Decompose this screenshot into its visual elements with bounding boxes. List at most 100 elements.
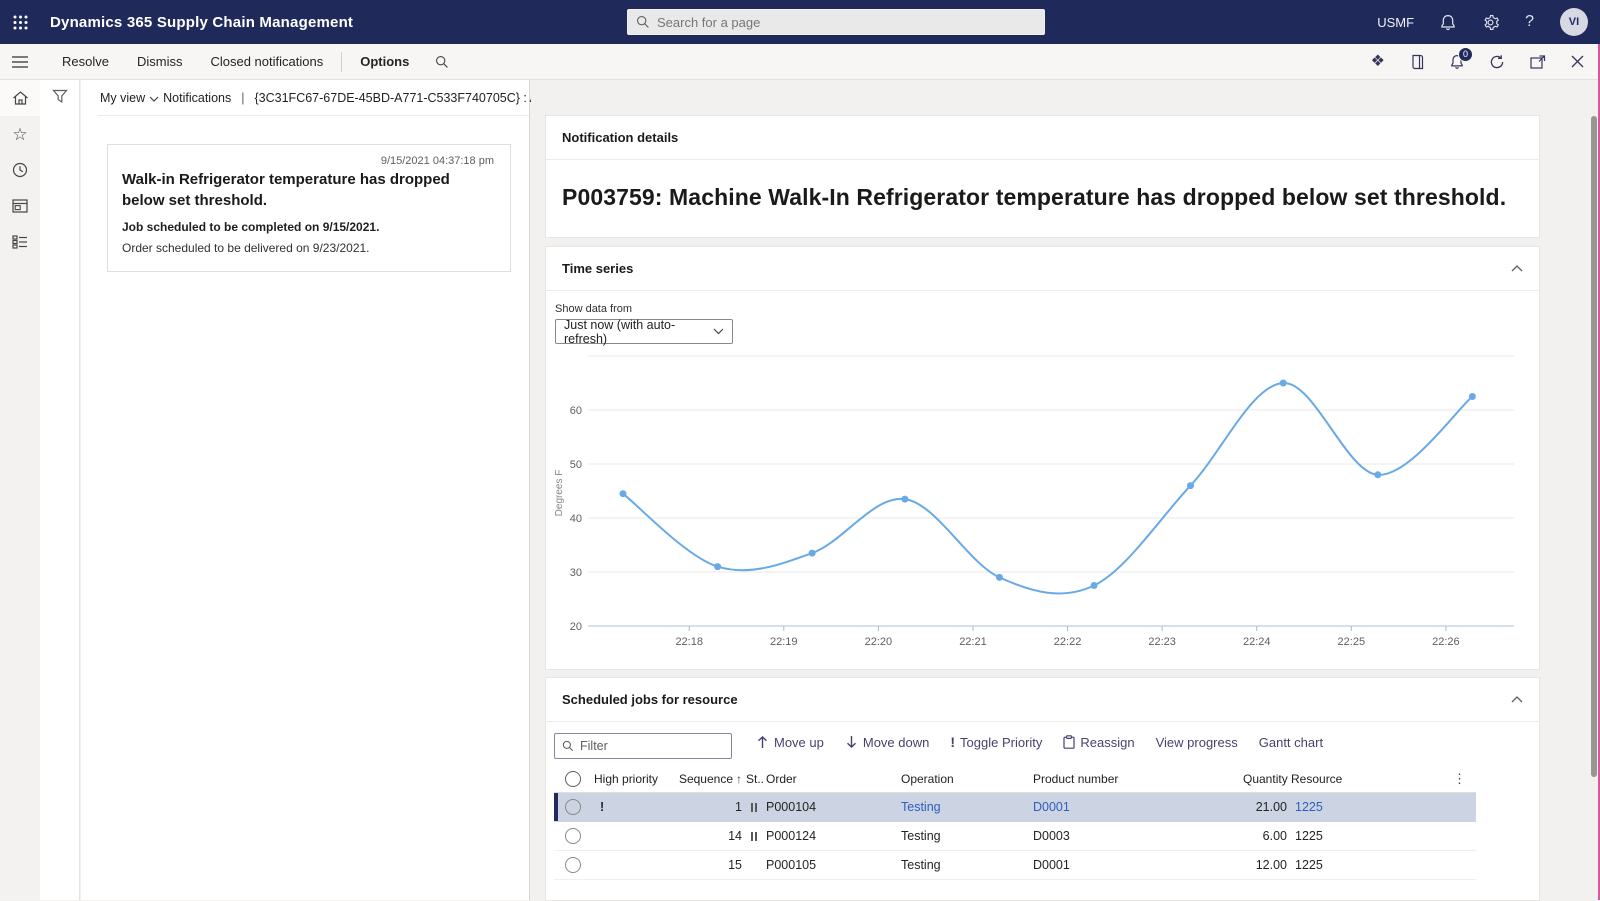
column-header-resource[interactable]: Resource	[1289, 772, 1344, 786]
closed-notifications-button[interactable]: Closed notifications	[196, 44, 337, 80]
toggle-priority-button[interactable]: !Toggle Priority	[950, 734, 1042, 750]
svg-text:22:20: 22:20	[865, 636, 893, 648]
cell-resource: 1225	[1289, 858, 1344, 872]
toolbar-button-label: Move down	[863, 735, 929, 750]
message-center-icon[interactable]: 0	[1450, 54, 1464, 70]
breadcrumb-record-id: {3C31FC67-67DE-45BD-A771-C533F740705C} :…	[255, 91, 575, 105]
sidebar-item-recent[interactable]	[0, 152, 40, 188]
paused-status-icon	[751, 803, 757, 812]
global-search-input[interactable]	[657, 15, 1036, 30]
jobs-grid: High prioritySequence↑St...OrderOperatio…	[554, 766, 1476, 880]
arrow-down-icon	[845, 735, 858, 749]
column-header-operation[interactable]: Operation	[899, 772, 1031, 786]
sidebar-item-favorites[interactable]: ☆	[0, 116, 40, 152]
column-header-high-priority[interactable]: High priority	[592, 772, 664, 786]
collapse-chevron-icon[interactable]	[1511, 265, 1523, 272]
svg-text:20: 20	[570, 621, 582, 633]
cell-order: P000104	[764, 800, 899, 814]
notification-timestamp: 9/15/2021 04:37:18 pm	[122, 155, 494, 167]
notification-title: Walk-in Refrigerator temperature has dro…	[122, 170, 494, 211]
select-all-checkbox[interactable]	[565, 771, 581, 787]
view-progress-button[interactable]: View progress	[1156, 735, 1238, 750]
breadcrumb-section[interactable]: Notifications	[163, 91, 231, 105]
avatar[interactable]: VI	[1560, 8, 1588, 36]
help-icon[interactable]: ?	[1525, 13, 1534, 31]
search-icon	[636, 15, 650, 29]
refresh-icon[interactable]	[1489, 54, 1505, 70]
actionbar-search-icon[interactable]	[423, 55, 461, 69]
row-radio[interactable]	[565, 857, 581, 873]
select-cell	[554, 799, 592, 815]
move-up-button[interactable]: Move up	[756, 735, 824, 750]
cell-sequence: 15	[664, 858, 744, 872]
chevron-down-icon[interactable]	[149, 96, 159, 102]
filter-icon[interactable]	[52, 89, 68, 109]
breadcrumb-view[interactable]: My view	[100, 91, 145, 105]
gear-icon[interactable]	[1482, 14, 1499, 31]
grid-more-options-icon[interactable]: ⋮	[1344, 771, 1476, 787]
table-row[interactable]: 14P000124TestingD00036.001225	[554, 822, 1476, 851]
column-header-sequence[interactable]: Sequence↑	[664, 772, 744, 786]
favorites-apps-icon[interactable]: ❖	[1371, 54, 1385, 70]
sidebar-item-home[interactable]	[0, 80, 40, 116]
collapse-chevron-icon[interactable]	[1511, 696, 1523, 703]
company-selector[interactable]: USMF	[1377, 15, 1414, 30]
sidebar-item-modules[interactable]	[0, 224, 40, 260]
cell-status	[744, 803, 764, 812]
toolbar-button-label: View progress	[1156, 735, 1238, 750]
search-icon	[562, 740, 574, 752]
open-in-new-window-icon[interactable]	[1530, 55, 1546, 69]
temperature-line-chart[interactable]: 2030405060Degrees F22:1822:1922:2022:212…	[546, 343, 1540, 655]
jobs-filter-box[interactable]	[554, 733, 732, 759]
column-header-quantity[interactable]: Quantity	[1241, 772, 1289, 786]
row-radio[interactable]	[565, 828, 581, 844]
close-icon[interactable]	[1571, 55, 1584, 68]
jobs-filter-input[interactable]	[580, 739, 724, 753]
bell-icon[interactable]	[1440, 14, 1456, 31]
resolve-button[interactable]: Resolve	[48, 44, 123, 80]
move-down-button[interactable]: Move down	[845, 735, 929, 750]
cell-quantity: 12.00	[1241, 858, 1289, 872]
svg-text:22:24: 22:24	[1243, 636, 1271, 648]
column-header-order[interactable]: Order	[764, 772, 899, 786]
gantt-chart-button[interactable]: Gantt chart	[1259, 735, 1323, 750]
cell-resource[interactable]: 1225	[1289, 800, 1344, 814]
clipboard-icon	[1063, 735, 1075, 749]
global-search[interactable]	[627, 9, 1045, 35]
notification-headline: P003759: Machine Walk-In Refrigerator te…	[546, 160, 1539, 211]
options-tab[interactable]: Options	[346, 44, 423, 80]
svg-text:22:19: 22:19	[770, 636, 798, 648]
svg-text:22:26: 22:26	[1432, 636, 1460, 648]
show-data-from-dropdown[interactable]: Just now (with auto-refresh)	[555, 319, 733, 344]
toolbar-button-label: Gantt chart	[1259, 735, 1323, 750]
jobs-toolbar: Move up Move down !Toggle Priority Reassign…	[756, 734, 1323, 750]
app-launcher-icon[interactable]	[0, 0, 40, 44]
notification-list-item[interactable]: 9/15/2021 04:37:18 pm Walk-in Refrigerat…	[107, 144, 511, 272]
column-header-st[interactable]: St...	[744, 772, 764, 786]
table-row[interactable]: !1P000104TestingD000121.001225	[554, 793, 1476, 822]
task-guide-icon[interactable]	[1410, 54, 1425, 70]
dismiss-button[interactable]: Dismiss	[123, 44, 197, 80]
toolbar-button-label: Move up	[774, 735, 824, 750]
table-row[interactable]: 15P000105TestingD000112.001225	[554, 851, 1476, 880]
section-title-time-series: Time series	[562, 261, 633, 276]
reassign-button[interactable]: Reassign	[1063, 735, 1134, 750]
arrow-up-icon	[756, 735, 769, 749]
cell-order: P000124	[764, 829, 899, 843]
row-selection-strip	[554, 851, 558, 879]
cell-status	[744, 832, 764, 841]
hamburger-icon[interactable]	[0, 56, 40, 68]
time-series-card: Time series Show data from Just now (wit…	[545, 246, 1540, 670]
cell-high-priority: !	[592, 800, 664, 814]
chevron-down-icon	[713, 328, 724, 335]
row-radio[interactable]	[565, 799, 581, 815]
sidebar-item-workspaces[interactable]	[0, 188, 40, 224]
column-header-product-number[interactable]: Product number	[1031, 772, 1241, 786]
cell-operation[interactable]: Testing	[899, 800, 1031, 814]
notification-details-card: Notification details P003759: Machine Wa…	[545, 115, 1540, 238]
app-title[interactable]: Dynamics 365 Supply Chain Management	[50, 14, 353, 31]
page-scrollbar[interactable]	[1591, 116, 1597, 777]
divider	[341, 52, 342, 72]
cell-operation: Testing	[899, 829, 1031, 843]
cell-product-number[interactable]: D0001	[1031, 800, 1241, 814]
